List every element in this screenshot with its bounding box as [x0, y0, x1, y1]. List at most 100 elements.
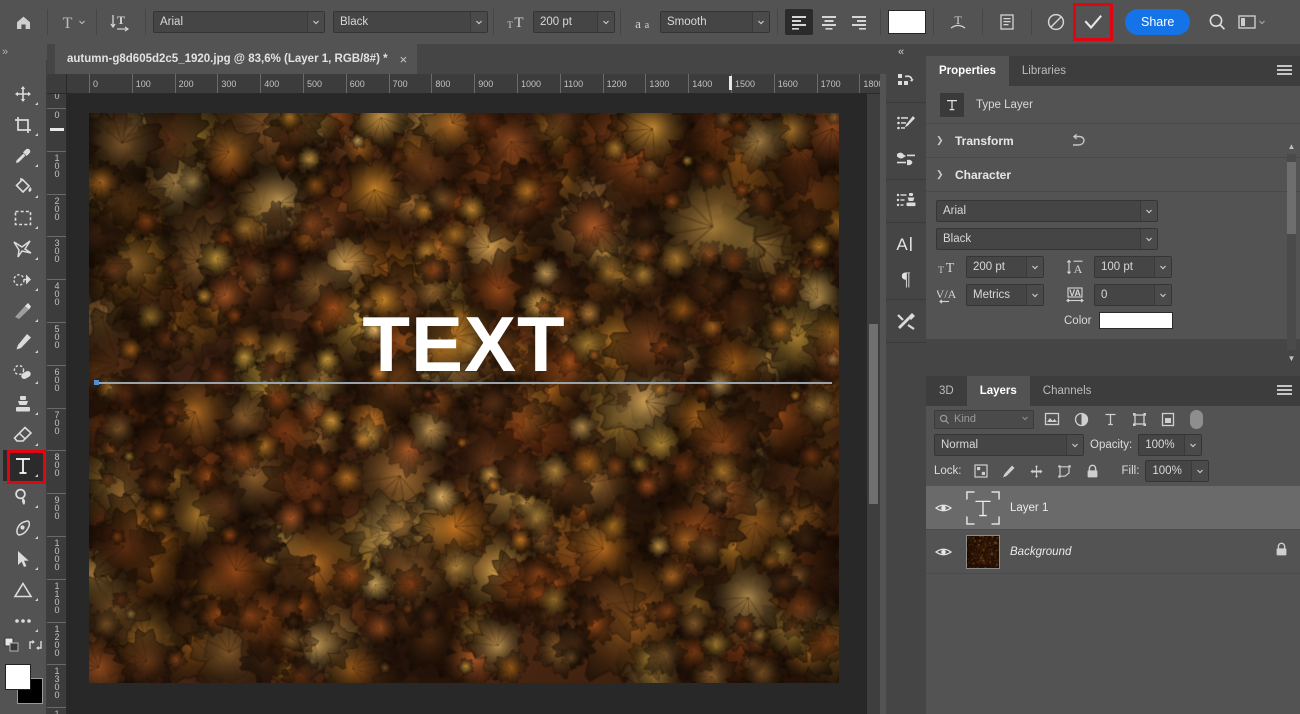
- vertical-ruler[interactable]: 0 0 100 200 300 400 500 600 700 800 900 1000 1100 120…: [47, 94, 67, 714]
- pixel-filter-icon[interactable]: [1041, 409, 1063, 429]
- shape-tool[interactable]: [3, 574, 43, 605]
- chevron-down-icon[interactable]: [1184, 435, 1202, 455]
- adjustment-filter-icon[interactable]: [1070, 409, 1092, 429]
- brush-tool[interactable]: [3, 326, 43, 357]
- cancel-edit-button[interactable]: [1039, 6, 1073, 38]
- char-tracking-input[interactable]: 0: [1094, 284, 1172, 306]
- toolbar-collapse-toggle[interactable]: »: [2, 46, 8, 58]
- edit-toolbar-button[interactable]: [3, 605, 43, 636]
- anti-aliasing-dropdown-arrow[interactable]: [752, 12, 769, 32]
- history-icon[interactable]: [889, 64, 923, 98]
- scroll-down-arrow[interactable]: ▼: [1286, 352, 1297, 364]
- font-style-input[interactable]: Black: [333, 11, 488, 33]
- object-selection-tool[interactable]: [3, 264, 43, 295]
- lock-all-icon[interactable]: [1082, 461, 1104, 481]
- ruler-corner[interactable]: [47, 74, 67, 94]
- lock-image-pixels-icon[interactable]: [998, 461, 1020, 481]
- pen-tool[interactable]: [3, 512, 43, 543]
- tool-presets-icon[interactable]: [889, 304, 923, 338]
- layer-visibility-toggle[interactable]: [926, 546, 960, 558]
- reset-transform-icon[interactable]: [1070, 132, 1087, 152]
- toggle-text-orientation-button[interactable]: T: [104, 6, 138, 38]
- search-icon[interactable]: [1200, 6, 1234, 38]
- chevron-down-icon[interactable]: [1140, 229, 1157, 249]
- horizontal-ruler[interactable]: 0 100 200 300 400 500 600 700 800 900 1000 1100 1200…: [67, 74, 880, 94]
- text-color-swatch[interactable]: [888, 10, 926, 34]
- layer-thumbnail-cell[interactable]: [960, 490, 1006, 525]
- char-color-swatch[interactable]: [1099, 312, 1174, 329]
- swap-colors-icon[interactable]: [28, 638, 43, 657]
- layer-thumbnail-cell[interactable]: [960, 534, 1006, 569]
- blend-mode-select[interactable]: Normal: [934, 434, 1084, 456]
- close-icon[interactable]: ×: [400, 52, 408, 67]
- char-kerning-input[interactable]: Metrics: [966, 284, 1044, 306]
- align-center-button[interactable]: [815, 9, 843, 35]
- table-row[interactable]: Layer 1: [926, 486, 1300, 530]
- commit-edit-button[interactable]: [1073, 3, 1113, 41]
- scrollbar-thumb[interactable]: [869, 324, 878, 504]
- char-font-size-input[interactable]: 200 pt: [966, 256, 1044, 278]
- tool-preset-picker[interactable]: T: [55, 6, 89, 38]
- scroll-up-arrow[interactable]: ▲: [1286, 140, 1297, 152]
- lasso-tool[interactable]: [3, 233, 43, 264]
- character-paragraph-panels-button[interactable]: [990, 6, 1024, 38]
- character-section-header[interactable]: ❯ Character: [926, 158, 1300, 192]
- clone-stamp-tool[interactable]: [3, 388, 43, 419]
- rectangular-marquee-tool[interactable]: [3, 202, 43, 233]
- home-icon[interactable]: [6, 6, 40, 38]
- tab-channels[interactable]: Channels: [1030, 376, 1105, 406]
- char-font-style-input[interactable]: Black: [936, 228, 1158, 250]
- lock-artboard-nesting-icon[interactable]: [1054, 461, 1076, 481]
- char-font-family-input[interactable]: Arial: [936, 200, 1158, 222]
- paint-bucket-tool[interactable]: [3, 171, 43, 202]
- chevron-down-icon[interactable]: [1026, 257, 1043, 277]
- move-tool[interactable]: [3, 78, 43, 109]
- properties-scrollbar[interactable]: ▲ ▼: [1286, 140, 1297, 364]
- crop-tool[interactable]: [3, 109, 43, 140]
- font-style-dropdown-arrow[interactable]: [470, 12, 487, 32]
- share-button[interactable]: Share: [1125, 9, 1191, 35]
- scrollbar-thumb[interactable]: [1287, 162, 1296, 234]
- anti-aliasing-input[interactable]: Smooth: [660, 11, 770, 33]
- transform-section-header[interactable]: ❯ Transform: [926, 124, 1300, 158]
- dodge-tool[interactable]: [3, 481, 43, 512]
- path-selection-tool[interactable]: [3, 543, 43, 574]
- warp-text-button[interactable]: T: [941, 6, 975, 38]
- chevron-down-icon[interactable]: [1066, 435, 1083, 455]
- clone-source-icon[interactable]: [889, 184, 923, 218]
- tab-layers[interactable]: Layers: [966, 376, 1030, 406]
- font-size-input[interactable]: 200 pt: [533, 11, 615, 33]
- lock-transparent-pixels-icon[interactable]: [970, 461, 992, 481]
- foreground-color-swatch[interactable]: [5, 664, 31, 690]
- canvas-text-layer[interactable]: TEXT: [89, 305, 839, 383]
- document-tab[interactable]: autumn-g8d605d2c5_1920.jpg @ 83,6% (Laye…: [55, 44, 418, 74]
- type-tool[interactable]: [3, 450, 46, 484]
- chevron-down-icon[interactable]: [1021, 413, 1029, 425]
- document-image[interactable]: TEXT: [89, 113, 839, 683]
- font-family-dropdown-arrow[interactable]: [307, 12, 324, 32]
- chevron-down-icon[interactable]: [1154, 257, 1171, 277]
- brush-presets-icon[interactable]: [889, 141, 923, 175]
- align-left-button[interactable]: [785, 9, 813, 35]
- font-size-dropdown-arrow[interactable]: [597, 12, 614, 32]
- smart-object-filter-icon[interactable]: [1157, 409, 1179, 429]
- layers-panel-menu-icon[interactable]: [1277, 385, 1292, 398]
- char-leading-input[interactable]: 100 pt: [1094, 256, 1172, 278]
- layer-filter-kind-select[interactable]: Kind: [934, 409, 1034, 429]
- table-row[interactable]: Background: [926, 530, 1300, 574]
- lock-position-icon[interactable]: [1026, 461, 1048, 481]
- font-family-input[interactable]: Arial: [153, 11, 325, 33]
- eyedropper-tool[interactable]: [3, 140, 43, 171]
- chevron-down-icon[interactable]: [1140, 201, 1157, 221]
- opacity-input[interactable]: 100%: [1138, 434, 1203, 456]
- type-filter-icon[interactable]: [1099, 409, 1121, 429]
- default-colors-icon[interactable]: [4, 637, 20, 658]
- gradient-tool[interactable]: [3, 295, 43, 326]
- brush-settings-icon[interactable]: [889, 107, 923, 141]
- filter-enable-toggle[interactable]: [1190, 409, 1203, 429]
- tab-3d[interactable]: 3D: [926, 376, 967, 406]
- chevron-down-icon[interactable]: [1191, 461, 1209, 481]
- tab-libraries[interactable]: Libraries: [1009, 56, 1079, 86]
- canvas-area[interactable]: TEXT: [67, 94, 880, 714]
- canvas-vertical-scrollbar[interactable]: [867, 94, 880, 714]
